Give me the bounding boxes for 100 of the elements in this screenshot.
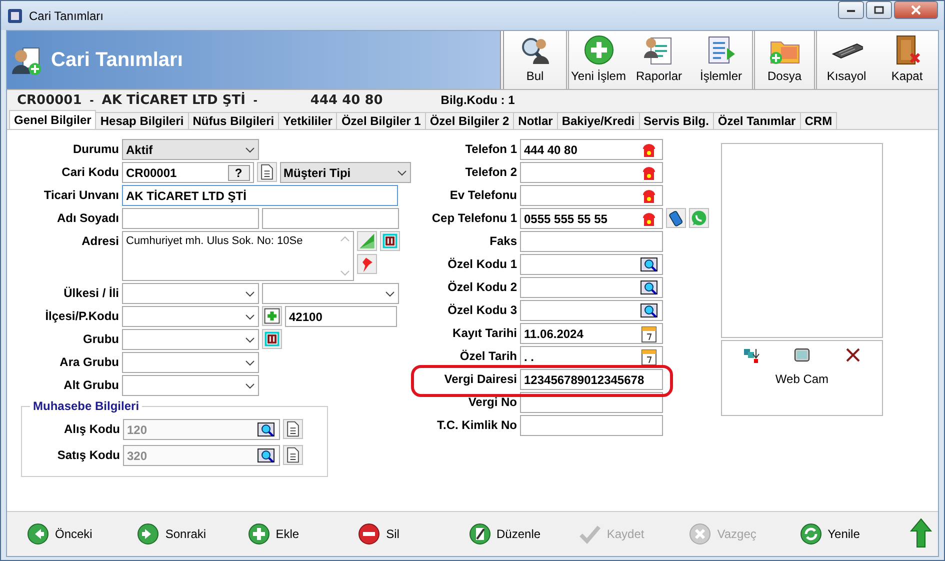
toolbar-button[interactable]: Yenile: [800, 523, 910, 545]
screen-icon: [793, 346, 811, 364]
pause-button[interactable]: [262, 329, 282, 349]
toolbar-button[interactable]: Sonraki: [137, 523, 248, 545]
address-field[interactable]: Cumhuriyet mh. Ulus Sok. No: 10Se: [122, 231, 354, 281]
field-label: Telefon 2: [464, 164, 517, 181]
tab[interactable]: Hesap Bilgileri: [95, 112, 189, 129]
field-label: İlçesi/P.Kodu: [44, 308, 119, 325]
address-text: Cumhuriyet mh. Ulus Sok. No: 10Se: [126, 235, 303, 249]
field-label: Özel Kodu 1: [446, 256, 517, 273]
field-label: Telefon 1: [464, 141, 517, 158]
lookup-icon: [639, 278, 659, 298]
lookup-icon: [256, 420, 276, 440]
caret-icon: [245, 358, 255, 366]
document-button[interactable]: [256, 162, 276, 182]
record-name: AK TİCARET LTD ŞTİ: [102, 92, 246, 108]
scroll-down-icon: [340, 269, 350, 277]
toolbar-button[interactable]: Önceki: [27, 523, 138, 545]
input-field[interactable]: [520, 185, 663, 206]
input-field[interactable]: [520, 415, 663, 436]
tab[interactable]: Bakiye/Kredi: [556, 112, 640, 129]
scroll-up-icon: [340, 235, 350, 243]
document-button[interactable]: [283, 445, 303, 465]
lookup-icon: [256, 446, 276, 466]
edit-icon: [468, 523, 490, 545]
field-label: Alış Kodu: [63, 421, 120, 438]
document-button[interactable]: [283, 419, 303, 439]
lookup-icon: [639, 300, 659, 320]
toolbar-button[interactable]: Kısayol: [814, 31, 876, 89]
refresh-icon: [800, 523, 822, 545]
tab[interactable]: CRM: [800, 112, 838, 129]
pause-icon: [381, 231, 399, 251]
field-label: Ev Telefonu: [448, 187, 517, 204]
field-label: Alt Grubu: [62, 377, 119, 394]
record-info: Bilg.Kodu : 1: [440, 93, 515, 107]
input-field[interactable]: [520, 162, 663, 183]
dropdown[interactable]: [122, 375, 259, 396]
input-field[interactable]: 42100: [285, 306, 397, 327]
pause-icon: [263, 329, 281, 349]
toolbar-button[interactable]: Dosya: [752, 31, 814, 89]
dropdown[interactable]: Aktif: [122, 139, 259, 160]
input-field[interactable]: . .: [520, 346, 663, 367]
toolbar-button[interactable]: Ekle: [248, 523, 358, 545]
toolbar-button[interactable]: İşlemler: [690, 31, 752, 89]
input-field[interactable]: [122, 208, 259, 229]
toolbar-button[interactable]: Düzenle: [468, 523, 579, 545]
up-button[interactable]: [910, 518, 932, 550]
input-field[interactable]: 444 40 80: [520, 139, 663, 160]
caret-icon: [385, 290, 395, 298]
document-icon: [284, 445, 302, 465]
input-field[interactable]: 0555 555 55 55: [520, 208, 663, 229]
field-label: Ticari Unvanı: [42, 187, 119, 204]
toolbar-button[interactable]: Yeni İşlem: [566, 31, 628, 89]
window-title: Cari Tanımları: [29, 8, 104, 22]
toolbar-button[interactable]: Kapat: [876, 31, 938, 89]
caret-icon: [245, 336, 255, 344]
field-label: Özel Tarih: [458, 348, 517, 365]
input-field[interactable]: [262, 208, 399, 229]
input-field[interactable]: AK TİCARET LTD ŞTİ: [122, 185, 398, 206]
input-field[interactable]: CR00001 ?: [122, 162, 254, 183]
group-title: Muhasebe Bilgileri: [30, 399, 142, 413]
tab[interactable]: Nüfus Bilgileri: [188, 112, 280, 129]
field-value: 320: [127, 448, 148, 462]
input-field[interactable]: [520, 277, 663, 298]
up-arrow-icon: [910, 518, 932, 548]
caret-icon: [245, 382, 255, 390]
input-field[interactable]: [520, 300, 663, 321]
plus-icon: [582, 34, 614, 66]
field-label: T.C. Kimlik No: [436, 417, 517, 434]
caret-icon: [245, 312, 255, 320]
minimize-button[interactable]: [838, 1, 864, 19]
toolbar-button[interactable]: Raporlar: [628, 31, 690, 89]
tab[interactable]: Özel Bilgiler 1: [336, 112, 426, 129]
calendar-icon: [639, 346, 659, 366]
input-field[interactable]: [520, 231, 663, 252]
app-icon: [7, 8, 23, 24]
dropdown[interactable]: Müşteri Tipi: [280, 162, 411, 183]
caret-icon: [245, 290, 255, 298]
tab[interactable]: Servis Bilg.: [638, 112, 714, 129]
field-label: Özel Kodu 3: [446, 302, 517, 319]
calendar-icon: [639, 324, 659, 344]
transfer-icon: [742, 346, 760, 364]
tab[interactable]: Özel Bilgiler 2: [424, 112, 514, 129]
separator-text: -: [90, 93, 94, 107]
input-field[interactable]: 123456789012345678: [520, 369, 663, 390]
toolbar-button[interactable]: Sil: [358, 523, 468, 545]
tab[interactable]: Genel Bilgiler: [9, 110, 96, 129]
maximize-button[interactable]: [866, 1, 892, 19]
record-phone: 444 40 80: [310, 92, 383, 108]
input-field[interactable]: [520, 254, 663, 275]
minimize-icon: [846, 7, 856, 13]
pause-button[interactable]: [380, 231, 400, 251]
sms-button[interactable]: [666, 208, 686, 228]
input-field[interactable]: 11.06.2024: [520, 323, 663, 344]
add-button[interactable]: [262, 306, 282, 326]
close-icon: [911, 5, 921, 15]
help-button[interactable]: ?: [228, 164, 250, 180]
close-button[interactable]: [894, 1, 938, 19]
pin-button[interactable]: [357, 254, 377, 274]
toolbar-button[interactable]: Bul: [504, 31, 566, 89]
